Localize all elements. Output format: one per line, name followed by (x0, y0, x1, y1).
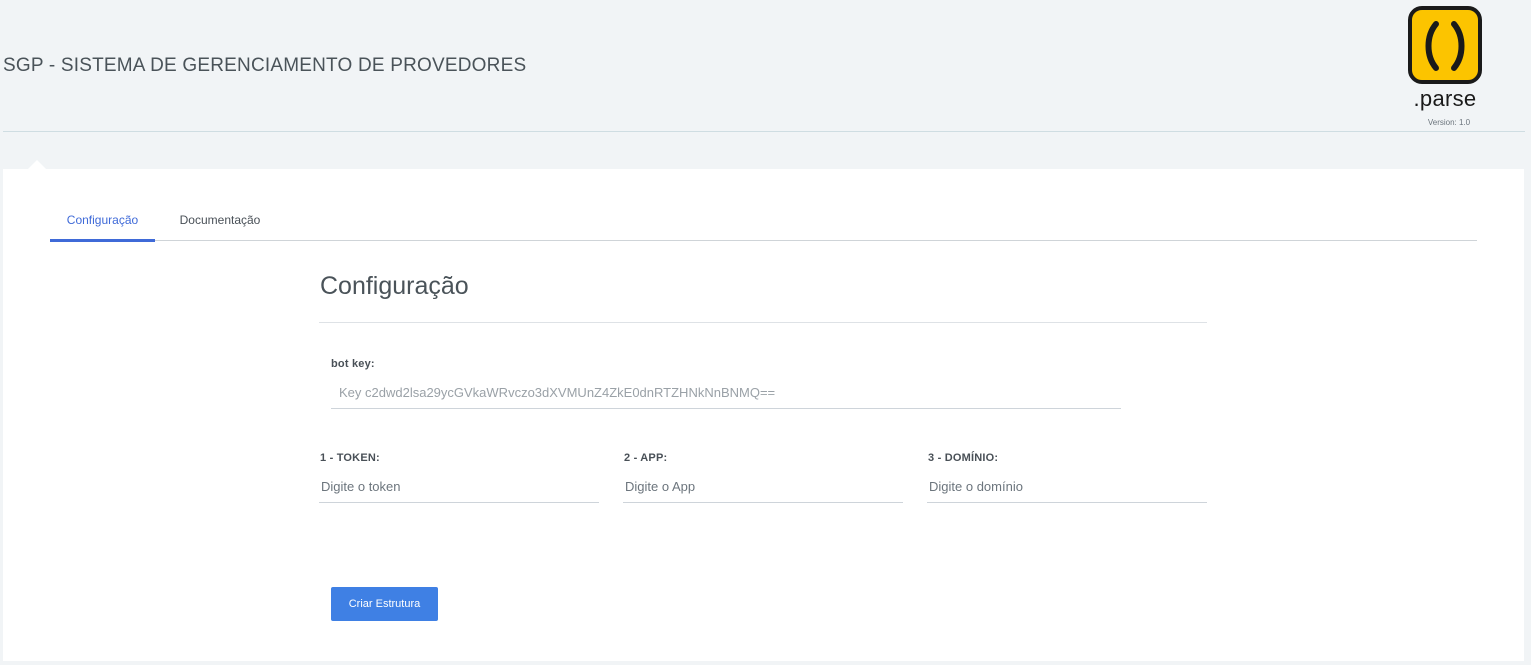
logo-wordmark: .parse (1413, 86, 1477, 111)
app-input[interactable] (623, 471, 903, 503)
tab-configuracao[interactable]: Configuração (50, 199, 155, 242)
form-title-divider (319, 322, 1207, 323)
version-label: Version: 1.0 (1427, 118, 1471, 127)
domain-input[interactable] (927, 471, 1207, 503)
parse-logo: .parse Version: 1.0 (1404, 6, 1486, 128)
tab-documentacao[interactable]: Documentação (171, 199, 269, 240)
form-title: Configuração (320, 272, 469, 300)
page-header: SGP - SISTEMA DE GERENCIAMENTO DE PROVED… (0, 0, 1531, 132)
create-structure-button[interactable]: Criar Estrutura (331, 587, 438, 621)
tab-configuracao-label: Configuração (66, 213, 139, 227)
main-card: Configuração Documentação Configuração b… (3, 169, 1524, 661)
app-label: 2 - APP: (624, 452, 668, 464)
parse-logo-icon (1408, 6, 1482, 84)
bot-key-label: bot key: (331, 358, 375, 370)
active-tab-indicator (50, 239, 155, 242)
token-input[interactable] (319, 471, 599, 503)
tab-documentacao-label: Documentação (179, 213, 261, 227)
domain-label: 3 - DOMÍNIO: (928, 452, 999, 464)
app-title: SGP - SISTEMA DE GERENCIAMENTO DE PROVED… (3, 55, 527, 76)
card-pointer (28, 160, 46, 169)
bot-key-field[interactable] (331, 377, 1121, 409)
header-divider (3, 131, 1525, 132)
token-label: 1 - TOKEN: (320, 452, 380, 464)
tab-bar: Configuração Documentação (50, 199, 1477, 242)
